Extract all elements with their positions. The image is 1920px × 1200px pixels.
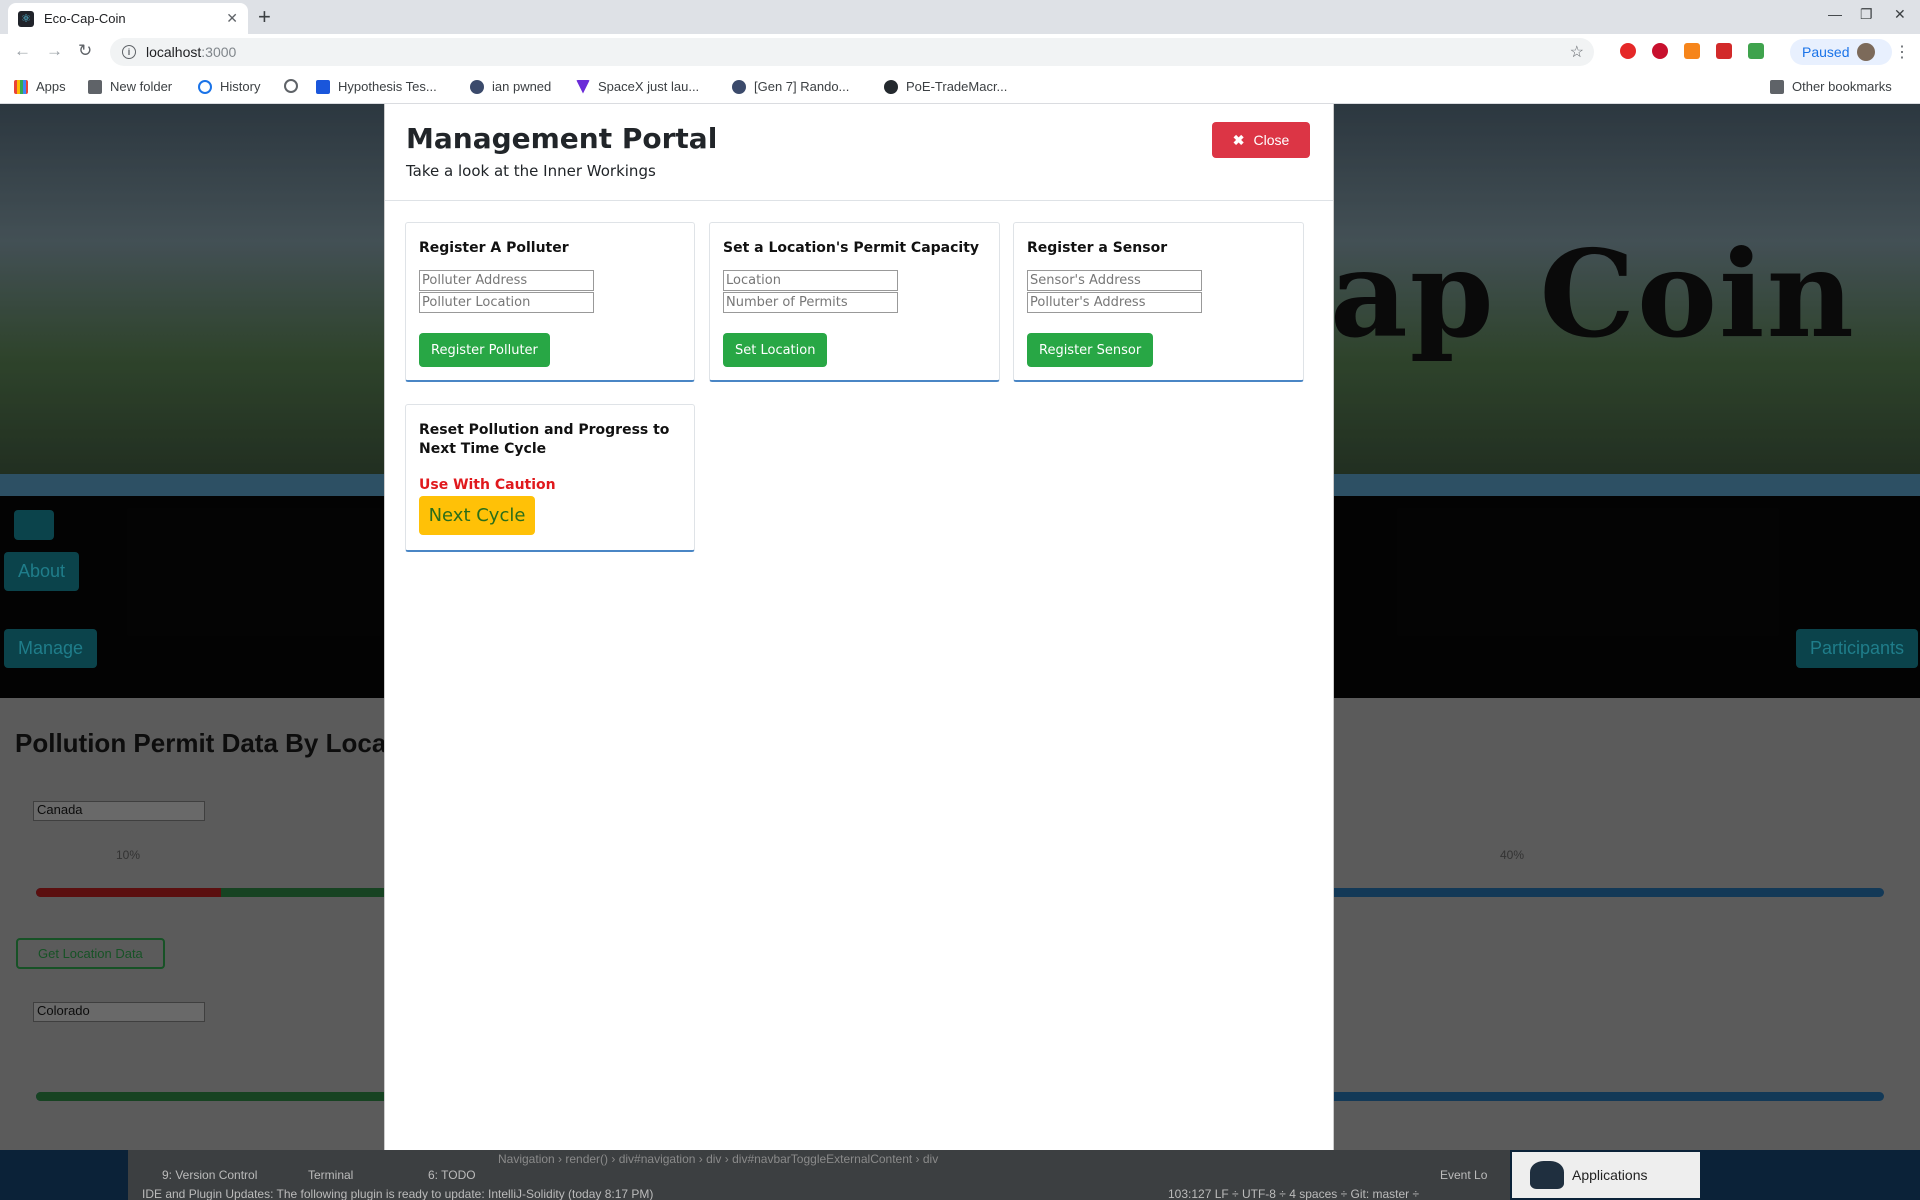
tab-strip: ⚛ Eco-Cap-Coin ✕ + — ❐ ✕ [0, 0, 1920, 34]
management-portal-modal: Management Portal Take a look at the Inn… [384, 104, 1334, 1150]
browser-toolbar: ← → ↻ i localhost:3000 ☆ Paused ⋮ [0, 34, 1920, 70]
applications-label: Applications [1572, 1167, 1648, 1183]
profile-button[interactable]: Paused [1790, 39, 1892, 65]
minimize-icon[interactable]: — [1828, 6, 1842, 22]
card-title: Set a Location's Permit Capacity [723, 240, 980, 256]
bookmark-globe[interactable] [284, 79, 306, 93]
bookmarks-bar: Apps New folder History Hypothesis Tes..… [0, 70, 1920, 104]
set-location-button[interactable]: Set Location [723, 333, 828, 367]
react-icon: ⚛ [18, 10, 34, 27]
ide-todo[interactable]: 6: TODO [428, 1168, 476, 1182]
modal-subtitle: Take a look at the Inner Workings [406, 162, 656, 180]
adblock-icon[interactable] [1652, 43, 1668, 59]
folder-icon [88, 79, 102, 94]
polluter-address-input[interactable] [1027, 292, 1202, 313]
ide-breadcrumb: Navigation › render() › div#navigation ›… [498, 1152, 939, 1166]
ide-status: 103:127 LF ÷ UTF-8 ÷ 4 spaces ÷ Git: mas… [1168, 1187, 1420, 1200]
card-title: Register A Polluter [419, 240, 569, 256]
st-icon [316, 79, 330, 94]
next-cycle-card: Reset Pollution and Progress to Next Tim… [405, 404, 695, 552]
close-label: Close [1253, 132, 1290, 148]
metamask-icon[interactable] [1684, 43, 1700, 59]
ide-terminal[interactable]: Terminal [308, 1168, 353, 1182]
close-tab-icon[interactable]: ✕ [226, 10, 238, 27]
apps-grid-icon [14, 79, 28, 94]
ide-notice: IDE and Plugin Updates: The following pl… [142, 1187, 654, 1200]
register-polluter-button[interactable]: Register Polluter [419, 333, 550, 367]
browser-tab[interactable]: ⚛ Eco-Cap-Coin ✕ [8, 3, 248, 34]
reload-icon[interactable]: ↻ [78, 41, 92, 61]
triangle-icon [576, 79, 590, 94]
register-sensor-card: Register a Sensor Register Sensor [1013, 222, 1304, 382]
bookmark-star-icon[interactable]: ☆ [1570, 42, 1584, 62]
register-sensor-button[interactable]: Register Sensor [1027, 333, 1154, 367]
polluter-location-input[interactable] [419, 292, 594, 313]
modal-header: Management Portal Take a look at the Inn… [385, 104, 1333, 201]
ide-status-bar: 9: Version Control Terminal 6: TODO Navi… [128, 1150, 1510, 1200]
register-polluter-card: Register A Polluter Register Polluter [405, 222, 695, 382]
mascot-icon [1530, 1161, 1564, 1189]
profile-status: Paused [1802, 44, 1850, 60]
address-bar[interactable]: i localhost:3000 ☆ [110, 38, 1594, 66]
permit-capacity-card: Set a Location's Permit Capacity Set Loc… [709, 222, 1000, 382]
new-tab-button[interactable]: + [258, 4, 271, 30]
applications-button[interactable]: Applications [1512, 1152, 1700, 1198]
site-icon [732, 79, 746, 94]
ide-event-log[interactable]: Event Lo [1440, 1168, 1487, 1182]
bookmark-gen7[interactable]: [Gen 7] Rando... [732, 79, 849, 94]
site-icon [470, 79, 484, 94]
caution-warning: Use With Caution [419, 477, 556, 493]
next-cycle-button[interactable]: Next Cycle [419, 496, 535, 535]
location-input[interactable] [723, 270, 898, 291]
bookmark-hypothesis[interactable]: Hypothesis Tes... [316, 79, 437, 94]
url-port: :3000 [201, 44, 237, 60]
extension-icon[interactable] [1620, 43, 1636, 59]
sensor-address-input[interactable] [1027, 270, 1202, 291]
bookmark-ian-pwned[interactable]: ian pwned [470, 79, 551, 94]
bookmark-poe[interactable]: PoE-TradeMacr... [884, 79, 1007, 94]
bookmark-apps[interactable]: Apps [14, 79, 66, 94]
number-of-permits-input[interactable] [723, 292, 898, 313]
globe-icon [284, 79, 298, 93]
tab-title: Eco-Cap-Coin [44, 11, 126, 26]
extension-icon[interactable] [1716, 43, 1732, 59]
ide-version-control[interactable]: 9: Version Control [162, 1168, 257, 1182]
bookmark-new-folder[interactable]: New folder [88, 79, 172, 94]
bookmark-history[interactable]: History [198, 79, 260, 94]
folder-icon [1770, 79, 1784, 94]
card-title: Reset Pollution and Progress to Next Tim… [419, 422, 670, 457]
history-icon [198, 79, 212, 94]
url-host: localhost [146, 44, 202, 60]
info-icon[interactable]: i [122, 45, 136, 59]
polluter-address-input[interactable] [419, 270, 594, 291]
menu-icon[interactable]: ⋮ [1894, 42, 1910, 62]
restore-icon[interactable]: ❐ [1860, 6, 1873, 23]
close-button[interactable]: ✖ Close [1212, 122, 1310, 158]
github-icon [884, 79, 898, 94]
forward-icon[interactable]: → [46, 41, 63, 61]
bookmark-other[interactable]: Other bookmarks [1770, 79, 1892, 94]
close-window-icon[interactable]: ✕ [1894, 6, 1906, 23]
bookmark-spacex[interactable]: SpaceX just lau... [576, 79, 699, 94]
modal-title: Management Portal [406, 122, 718, 155]
avatar [1857, 43, 1876, 61]
back-icon[interactable]: ← [14, 41, 31, 61]
extension-icon[interactable] [1748, 43, 1764, 59]
card-title: Register a Sensor [1027, 240, 1168, 256]
close-icon: ✖ [1232, 131, 1245, 148]
